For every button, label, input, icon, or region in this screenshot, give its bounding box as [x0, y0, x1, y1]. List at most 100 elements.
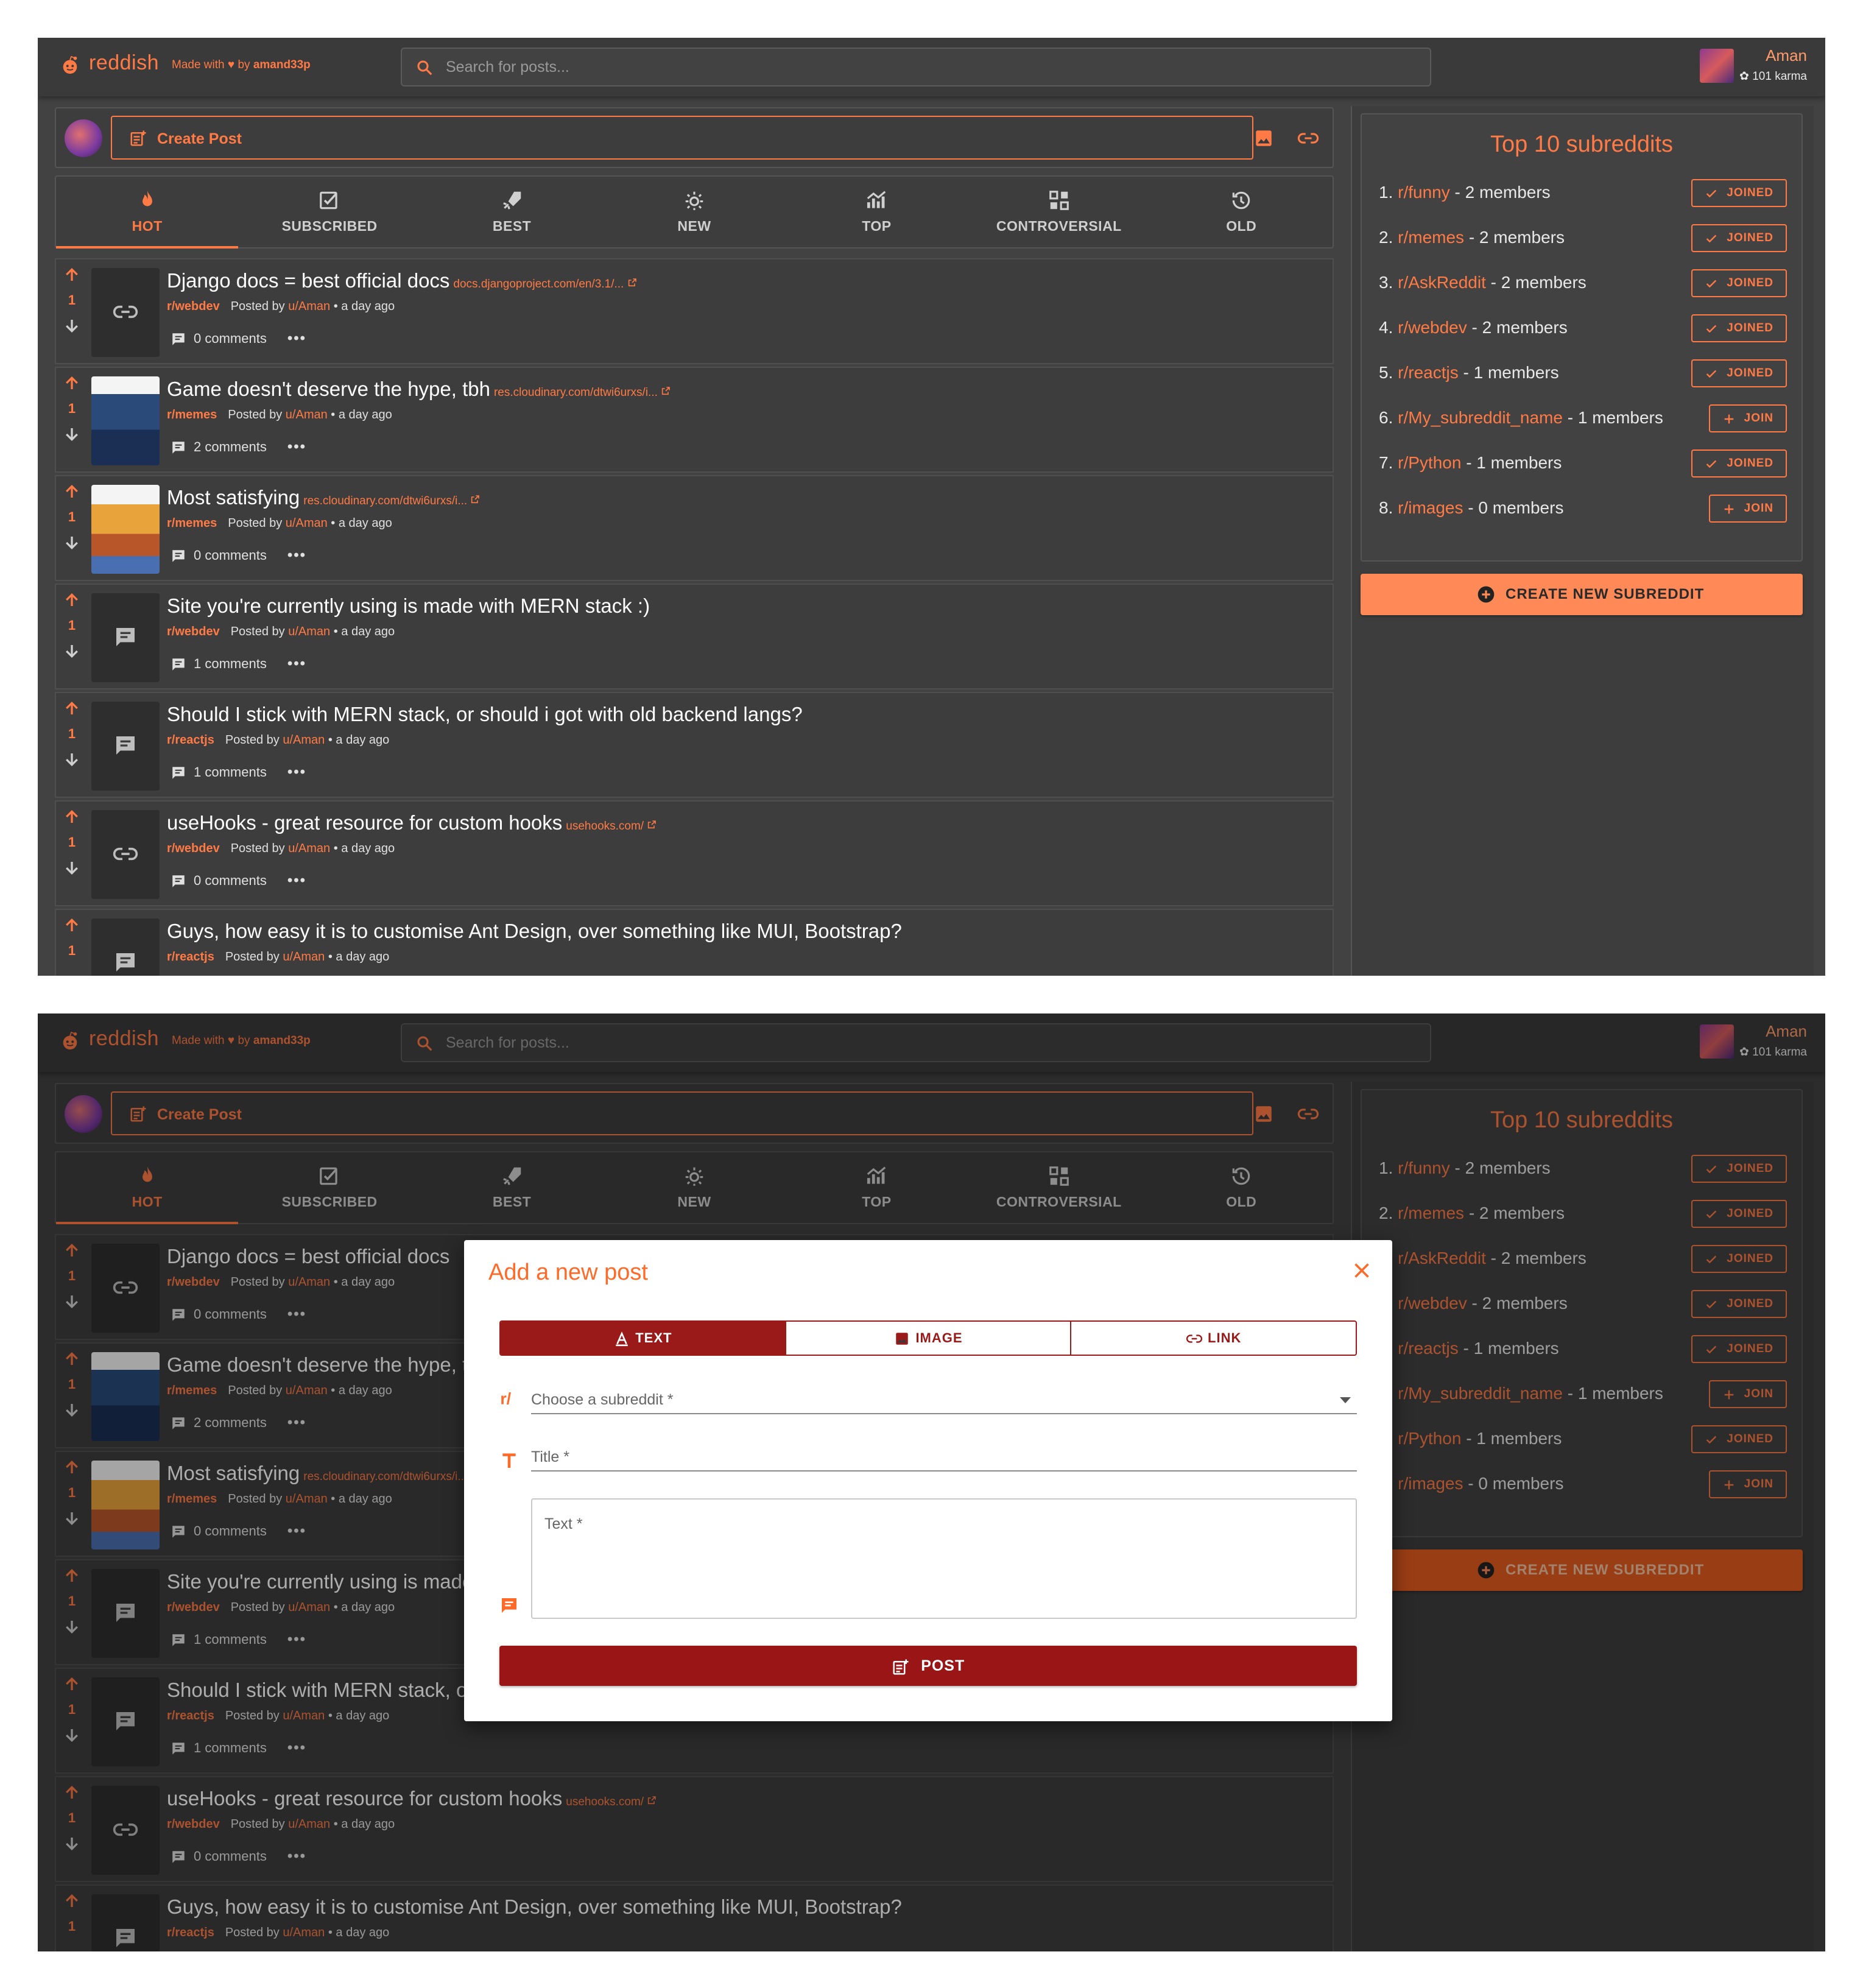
post-card[interactable]: 1 Guys, how easy it is to customise Ant …: [55, 909, 1334, 976]
upvote-icon[interactable]: [63, 808, 81, 826]
author-link[interactable]: amand33p: [253, 58, 311, 71]
create-subreddit-button[interactable]: CREATE NEW SUBREDDIT: [1361, 574, 1803, 615]
logo-text[interactable]: reddish: [89, 51, 159, 75]
post-user[interactable]: u/Aman: [288, 300, 330, 313]
post-thumbnail[interactable]: [91, 702, 160, 791]
post-title[interactable]: Django docs = best official docs docs.dja…: [167, 269, 637, 292]
subreddit-name[interactable]: r/funny: [1398, 183, 1450, 202]
comments-button[interactable]: 0 comments: [171, 331, 267, 346]
downvote-icon[interactable]: [63, 750, 81, 769]
post-subreddit[interactable]: r/webdev: [167, 842, 220, 855]
title-input[interactable]: Title *: [531, 1442, 1357, 1472]
upvote-icon[interactable]: [63, 482, 81, 501]
post-user[interactable]: u/Aman: [288, 625, 330, 638]
post-card[interactable]: 1 useHooks - great resource for custom h…: [55, 800, 1334, 906]
joined-button[interactable]: JOINED: [1691, 224, 1787, 252]
upvote-icon[interactable]: [63, 916, 81, 934]
downvote-icon[interactable]: [63, 859, 81, 877]
tab-controversial[interactable]: CONTROVERSIAL: [968, 177, 1150, 247]
close-icon[interactable]: [1351, 1260, 1373, 1281]
joined-button[interactable]: JOINED: [1691, 359, 1787, 387]
join-button[interactable]: JOIN: [1708, 495, 1787, 523]
post-title[interactable]: Game doesn't deserve the hype, tbh res.cl…: [167, 378, 671, 401]
tab-subscribed[interactable]: SUBSCRIBED: [238, 177, 420, 247]
post-subreddit[interactable]: r/reactjs: [167, 950, 214, 964]
more-options-icon[interactable]: •••: [287, 330, 306, 347]
tab-old[interactable]: OLD: [1150, 177, 1333, 247]
post-title[interactable]: Should I stick with MERN stack, or shoul…: [167, 703, 803, 726]
more-options-icon[interactable]: •••: [287, 872, 306, 889]
post-subreddit[interactable]: r/reactjs: [167, 733, 214, 747]
image-post-icon[interactable]: [1253, 128, 1274, 149]
joined-button[interactable]: JOINED: [1691, 314, 1787, 342]
subreddit-select[interactable]: Choose a subreddit *: [531, 1385, 1357, 1414]
comments-button[interactable]: 1 comments: [171, 656, 267, 671]
joined-button[interactable]: JOINED: [1691, 179, 1787, 207]
text-input[interactable]: Text *: [531, 1498, 1357, 1619]
downvote-icon[interactable]: [63, 317, 81, 335]
post-thumbnail-image[interactable]: [91, 376, 160, 465]
post-title[interactable]: Guys, how easy it is to customise Ant De…: [167, 920, 902, 943]
post-user[interactable]: u/Aman: [286, 408, 328, 421]
post-title[interactable]: useHooks - great resource for custom hoo…: [167, 811, 657, 834]
tab-link[interactable]: LINK: [1071, 1322, 1356, 1355]
comments-button[interactable]: 2 comments: [171, 439, 267, 454]
post-thumbnail[interactable]: [91, 810, 160, 899]
more-options-icon[interactable]: •••: [287, 764, 306, 781]
subreddit-name[interactable]: r/AskReddit: [1398, 273, 1486, 292]
subreddit-name[interactable]: r/memes: [1398, 228, 1464, 247]
more-options-icon[interactable]: •••: [287, 655, 306, 672]
post-card[interactable]: 1 Most satisfying res.cloudinary.com/dtwi…: [55, 475, 1334, 581]
tab-new[interactable]: NEW: [603, 177, 785, 247]
tab-image[interactable]: IMAGE: [786, 1322, 1072, 1355]
joined-button[interactable]: JOINED: [1691, 269, 1787, 297]
upvote-icon[interactable]: [63, 591, 81, 609]
post-user[interactable]: u/Aman: [288, 842, 330, 855]
post-user[interactable]: u/Aman: [286, 516, 328, 530]
post-card[interactable]: 1 Should I stick with MERN stack, or sho…: [55, 692, 1334, 798]
post-subreddit[interactable]: r/webdev: [167, 300, 220, 313]
reddit-logo-icon[interactable]: [60, 55, 80, 76]
upvote-icon[interactable]: [63, 266, 81, 284]
post-card[interactable]: 1 Django docs = best official docs docs.d…: [55, 258, 1334, 364]
post-card[interactable]: 1 Game doesn't deserve the hype, tbh res.…: [55, 367, 1334, 473]
post-thumbnail[interactable]: [91, 918, 160, 976]
post-user[interactable]: u/Aman: [283, 950, 325, 964]
post-user[interactable]: u/Aman: [283, 733, 325, 747]
subreddit-name[interactable]: r/webdev: [1398, 318, 1467, 337]
subreddit-name[interactable]: r/reactjs: [1398, 363, 1459, 382]
upvote-icon[interactable]: [63, 699, 81, 717]
post-button[interactable]: POST: [499, 1646, 1357, 1686]
post-thumbnail-image[interactable]: [91, 485, 160, 574]
user-name[interactable]: Aman: [1766, 46, 1807, 65]
link-post-icon[interactable]: [1296, 128, 1320, 149]
subreddit-name[interactable]: r/Python: [1398, 453, 1461, 472]
post-thumbnail[interactable]: [91, 268, 160, 357]
post-link[interactable]: docs.djangoproject.com/en/3.1/...: [453, 278, 636, 291]
comments-button[interactable]: 0 comments: [171, 873, 267, 888]
downvote-icon[interactable]: [63, 642, 81, 660]
downvote-icon[interactable]: [63, 534, 81, 552]
tab-text[interactable]: TEXT: [501, 1322, 786, 1355]
post-subreddit[interactable]: r/webdev: [167, 625, 220, 638]
tab-hot[interactable]: HOT: [56, 177, 239, 248]
post-link[interactable]: usehooks.com/: [566, 820, 657, 833]
subreddit-name[interactable]: r/My_subreddit_name: [1398, 408, 1563, 427]
comments-button[interactable]: 1 comments: [171, 764, 267, 780]
post-title[interactable]: Site you're currently using is made with…: [167, 594, 650, 618]
join-button[interactable]: JOIN: [1708, 404, 1787, 432]
post-subreddit[interactable]: r/memes: [167, 408, 217, 421]
user-avatar[interactable]: [1700, 49, 1734, 83]
post-link[interactable]: res.cloudinary.com/dtwi6urxs/i...: [303, 495, 480, 507]
post-title[interactable]: Most satisfying res.cloudinary.com/dtwi6u…: [167, 486, 480, 509]
tab-top[interactable]: TOP: [786, 177, 968, 247]
subreddit-name[interactable]: r/images: [1398, 498, 1463, 517]
joined-button[interactable]: JOINED: [1691, 449, 1787, 478]
comments-button[interactable]: 0 comments: [171, 548, 267, 563]
upvote-icon[interactable]: [63, 374, 81, 392]
post-subreddit[interactable]: r/memes: [167, 516, 217, 530]
create-post-button[interactable]: Create Post: [111, 116, 1253, 160]
post-card[interactable]: 1 Site you're currently using is made wi…: [55, 583, 1334, 689]
downvote-icon[interactable]: [63, 425, 81, 443]
post-thumbnail[interactable]: [91, 593, 160, 682]
